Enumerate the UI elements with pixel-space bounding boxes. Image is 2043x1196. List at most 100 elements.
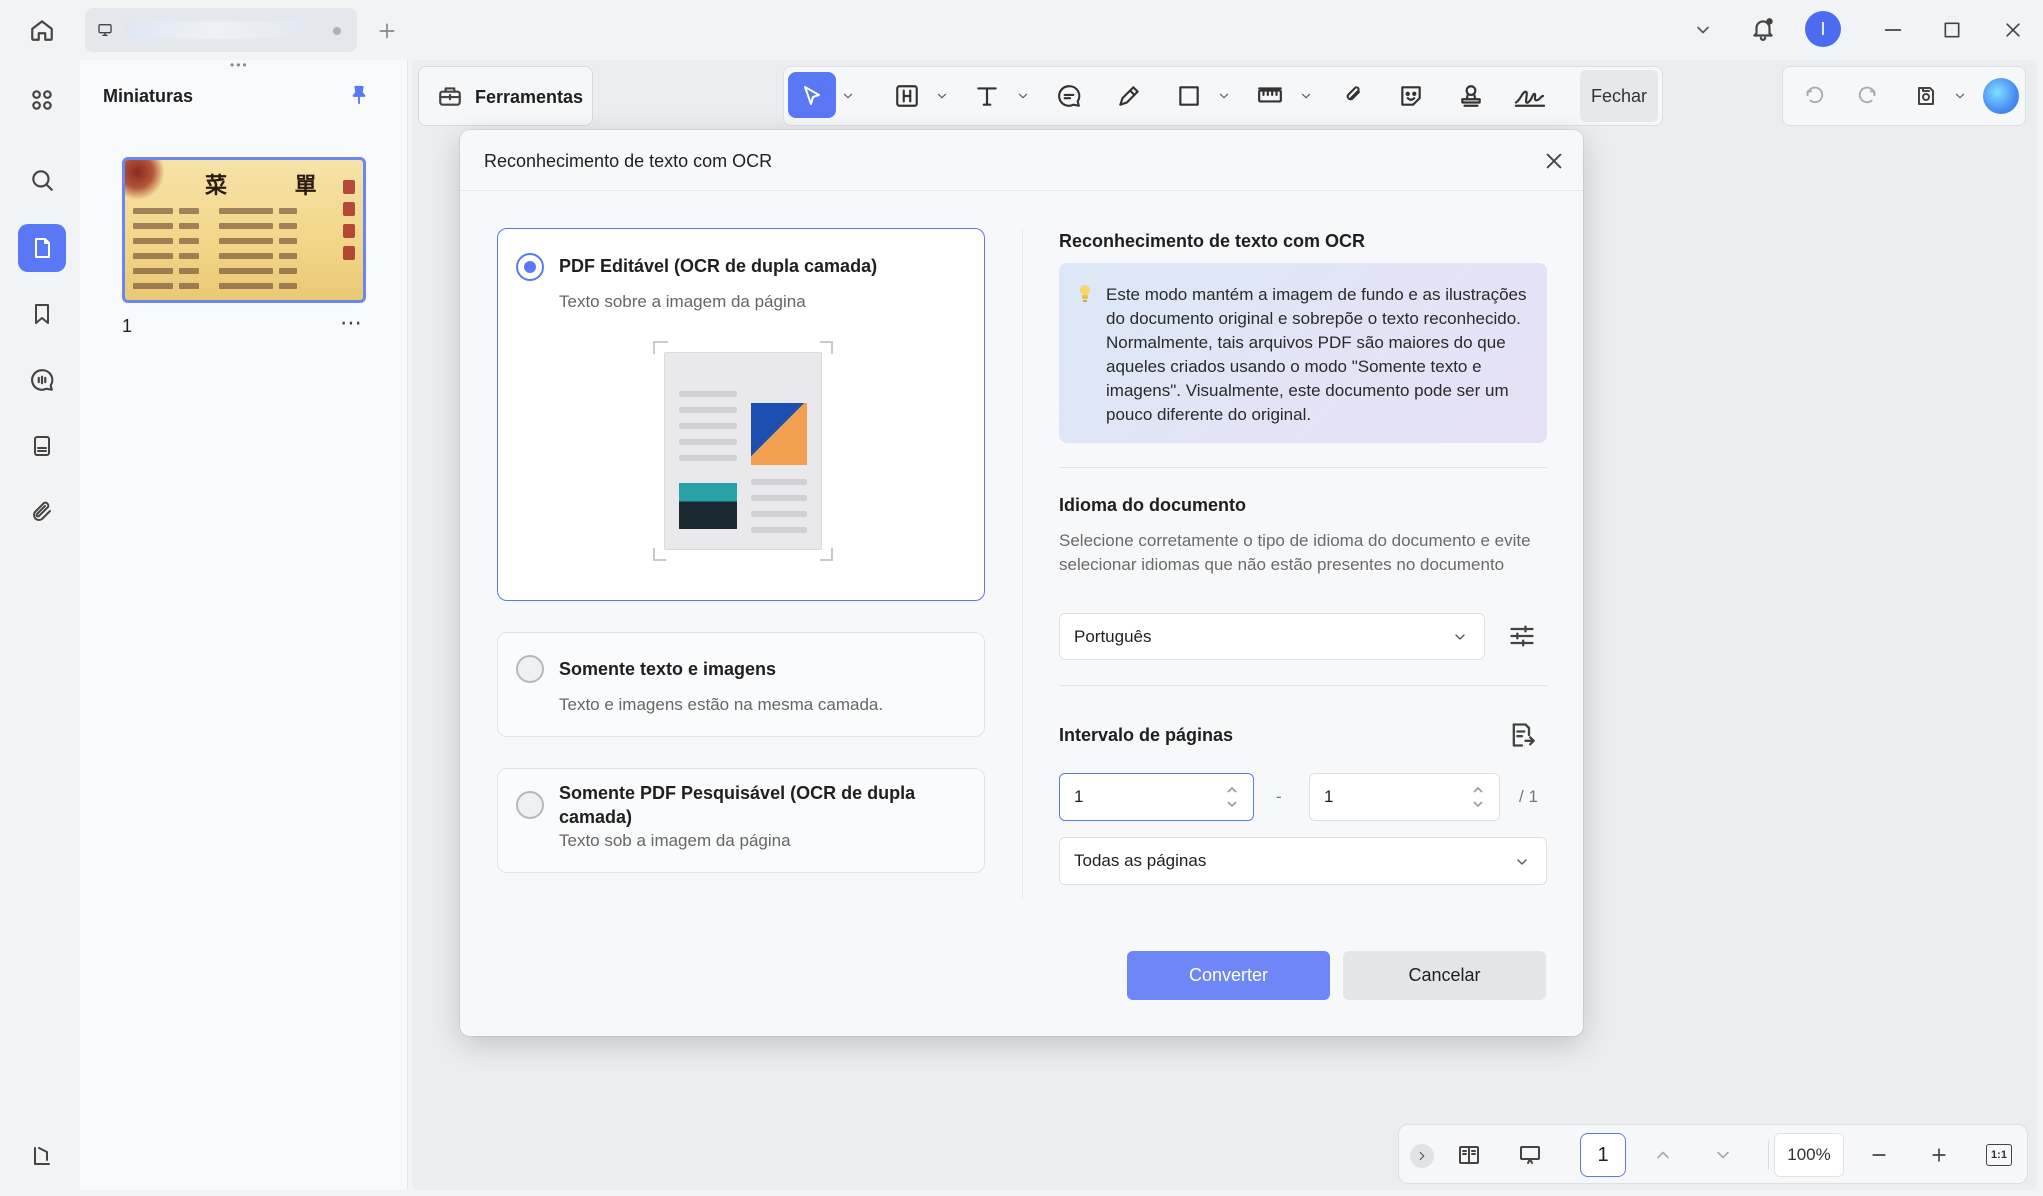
presentation-icon[interactable] bbox=[1512, 1138, 1548, 1172]
range-to-value: 1 bbox=[1324, 787, 1334, 806]
language-description: Selecione corretamente o tipo de idioma … bbox=[1059, 531, 1531, 574]
range-dash: - bbox=[1276, 787, 1282, 806]
highlight-tool-icon[interactable] bbox=[890, 80, 924, 112]
chevron-down-icon[interactable] bbox=[932, 86, 952, 106]
signature-icon[interactable] bbox=[1510, 80, 1550, 112]
section-divider bbox=[1059, 467, 1547, 468]
option-title: Somente PDF Pesquisável (OCR de dupla ca… bbox=[559, 783, 916, 827]
text-tool-icon[interactable] bbox=[970, 80, 1004, 112]
stamp-icon[interactable] bbox=[1454, 80, 1488, 112]
thumbnail-more-button[interactable]: ⋯ bbox=[340, 310, 363, 336]
cursor-select-icon[interactable] bbox=[796, 80, 828, 112]
tools-label: Ferramentas bbox=[475, 87, 584, 107]
panel-drag-handle[interactable]: ••• bbox=[230, 59, 258, 71]
redo-icon[interactable] bbox=[1852, 80, 1884, 112]
chevron-down-icon[interactable] bbox=[838, 86, 858, 106]
page-range-settings-icon[interactable] bbox=[1505, 717, 1539, 753]
option-text-and-images[interactable]: Somente texto e imagens Texto e imagens … bbox=[497, 632, 985, 737]
option-subtitle: Texto sob a imagem da página bbox=[559, 831, 791, 850]
cancel-button[interactable]: Cancelar bbox=[1343, 951, 1546, 1000]
tab-unsaved-dot bbox=[333, 27, 341, 35]
dialog-column-divider bbox=[1022, 230, 1023, 898]
dialog-title: Reconhecimento de texto com OCR bbox=[484, 151, 773, 171]
form-fields-icon[interactable] bbox=[20, 424, 64, 468]
dialog-divider bbox=[460, 190, 1583, 191]
page-range-mode-value: Todas as páginas bbox=[1074, 851, 1207, 870]
pen-tool-icon[interactable] bbox=[1112, 80, 1146, 112]
previous-page-icon[interactable] bbox=[1648, 1140, 1678, 1170]
illustration-photo bbox=[751, 403, 807, 465]
info-text: Este modo mantém a imagem de fundo e as … bbox=[1106, 285, 1527, 424]
radio-editable-pdf[interactable] bbox=[516, 253, 544, 281]
page-thumbnail[interactable]: 菜 單 bbox=[122, 157, 366, 303]
zoom-in-icon[interactable] bbox=[1924, 1140, 1954, 1170]
sticker-icon[interactable] bbox=[1394, 80, 1428, 112]
current-page-input[interactable]: 1 bbox=[1580, 1133, 1626, 1177]
option-subtitle: Texto sobre a imagem da página bbox=[559, 292, 806, 311]
comment-tool-icon[interactable] bbox=[1052, 80, 1086, 112]
chevron-down-icon[interactable] bbox=[1214, 86, 1234, 106]
pin-icon[interactable] bbox=[344, 80, 374, 110]
close-toolbar-button[interactable]: Fechar bbox=[1580, 70, 1658, 122]
range-from-value: 1 bbox=[1074, 787, 1084, 806]
sidebar-toggle-icon[interactable] bbox=[20, 1134, 64, 1178]
ai-assistant-icon[interactable] bbox=[1983, 78, 2019, 114]
close-icon[interactable] bbox=[1538, 145, 1570, 177]
close-window-icon[interactable] bbox=[1996, 14, 2030, 46]
divider bbox=[1768, 1140, 1769, 1170]
user-avatar[interactable]: I bbox=[1805, 11, 1841, 47]
maximize-icon[interactable] bbox=[1935, 14, 1969, 46]
monitor-icon bbox=[93, 18, 117, 42]
chevron-down-icon[interactable] bbox=[1296, 86, 1316, 106]
thumbnail-menu-title: 菜 單 bbox=[205, 173, 347, 199]
page-layout-icon[interactable] bbox=[1452, 1138, 1486, 1172]
option-subtitle: Texto e imagens estão na mesma camada. bbox=[559, 695, 884, 714]
mode-info-box: Este modo mantém a imagem de fundo e as … bbox=[1059, 263, 1547, 443]
tab-title-blurred bbox=[125, 21, 305, 39]
tools-button[interactable]: Ferramentas bbox=[418, 66, 593, 126]
language-select[interactable]: Português bbox=[1059, 613, 1485, 660]
range-to-input[interactable]: 1 bbox=[1309, 773, 1500, 821]
thumbnail-page-number: 1 bbox=[122, 316, 133, 336]
chevron-down-icon[interactable] bbox=[1950, 86, 1970, 106]
lightbulb-icon bbox=[1077, 283, 1093, 303]
bookmark-icon[interactable] bbox=[20, 292, 64, 336]
option-title: Somente texto e imagens bbox=[559, 659, 777, 679]
stepper-arrows-icon[interactable] bbox=[1471, 782, 1485, 812]
editable-pdf-illustration bbox=[664, 352, 822, 550]
next-page-icon[interactable] bbox=[1708, 1140, 1738, 1170]
option-searchable-pdf[interactable]: Somente PDF Pesquisável (OCR de dupla ca… bbox=[497, 768, 985, 873]
paperclip-icon[interactable] bbox=[1336, 80, 1370, 112]
language-settings-icon[interactable] bbox=[1505, 618, 1539, 654]
stepper-arrows-icon[interactable] bbox=[1225, 782, 1239, 812]
document-tab[interactable] bbox=[85, 8, 357, 52]
save-icon[interactable] bbox=[1910, 80, 1942, 112]
undo-icon[interactable] bbox=[1798, 80, 1830, 112]
info-title: Reconhecimento de texto com OCR bbox=[1059, 231, 1366, 251]
chevron-down-icon[interactable] bbox=[1688, 14, 1718, 46]
actual-size-button[interactable]: 1:1 bbox=[1986, 1144, 2012, 1166]
radio-text-and-images[interactable] bbox=[516, 655, 544, 683]
range-total: / 1 bbox=[1519, 787, 1538, 806]
bell-icon[interactable] bbox=[1745, 11, 1781, 47]
convert-button[interactable]: Converter bbox=[1127, 951, 1330, 1000]
zoom-level[interactable]: 100% bbox=[1774, 1133, 1844, 1177]
range-from-input[interactable]: 1 bbox=[1059, 773, 1254, 821]
new-tab-icon[interactable] bbox=[372, 16, 402, 46]
rectangle-tool-icon[interactable] bbox=[1172, 80, 1206, 112]
page-range-mode-select[interactable]: Todas as páginas bbox=[1059, 837, 1547, 885]
search-icon[interactable] bbox=[20, 158, 64, 202]
attachment-icon[interactable] bbox=[20, 490, 64, 534]
minimize-icon[interactable] bbox=[1876, 14, 1910, 46]
toolbox-icon bbox=[435, 81, 465, 111]
radio-searchable-pdf[interactable] bbox=[516, 791, 544, 819]
illustration-photo bbox=[679, 483, 737, 529]
comments-icon[interactable] bbox=[20, 358, 64, 402]
grid-apps-icon[interactable] bbox=[20, 78, 64, 122]
chevron-down-icon[interactable] bbox=[1013, 86, 1033, 106]
expand-arrow-icon[interactable] bbox=[1410, 1144, 1434, 1168]
measure-tool-icon[interactable] bbox=[1252, 80, 1288, 112]
zoom-out-icon[interactable] bbox=[1864, 1140, 1894, 1170]
page-thumbnails-icon[interactable] bbox=[20, 226, 64, 270]
home-icon[interactable] bbox=[22, 12, 62, 48]
